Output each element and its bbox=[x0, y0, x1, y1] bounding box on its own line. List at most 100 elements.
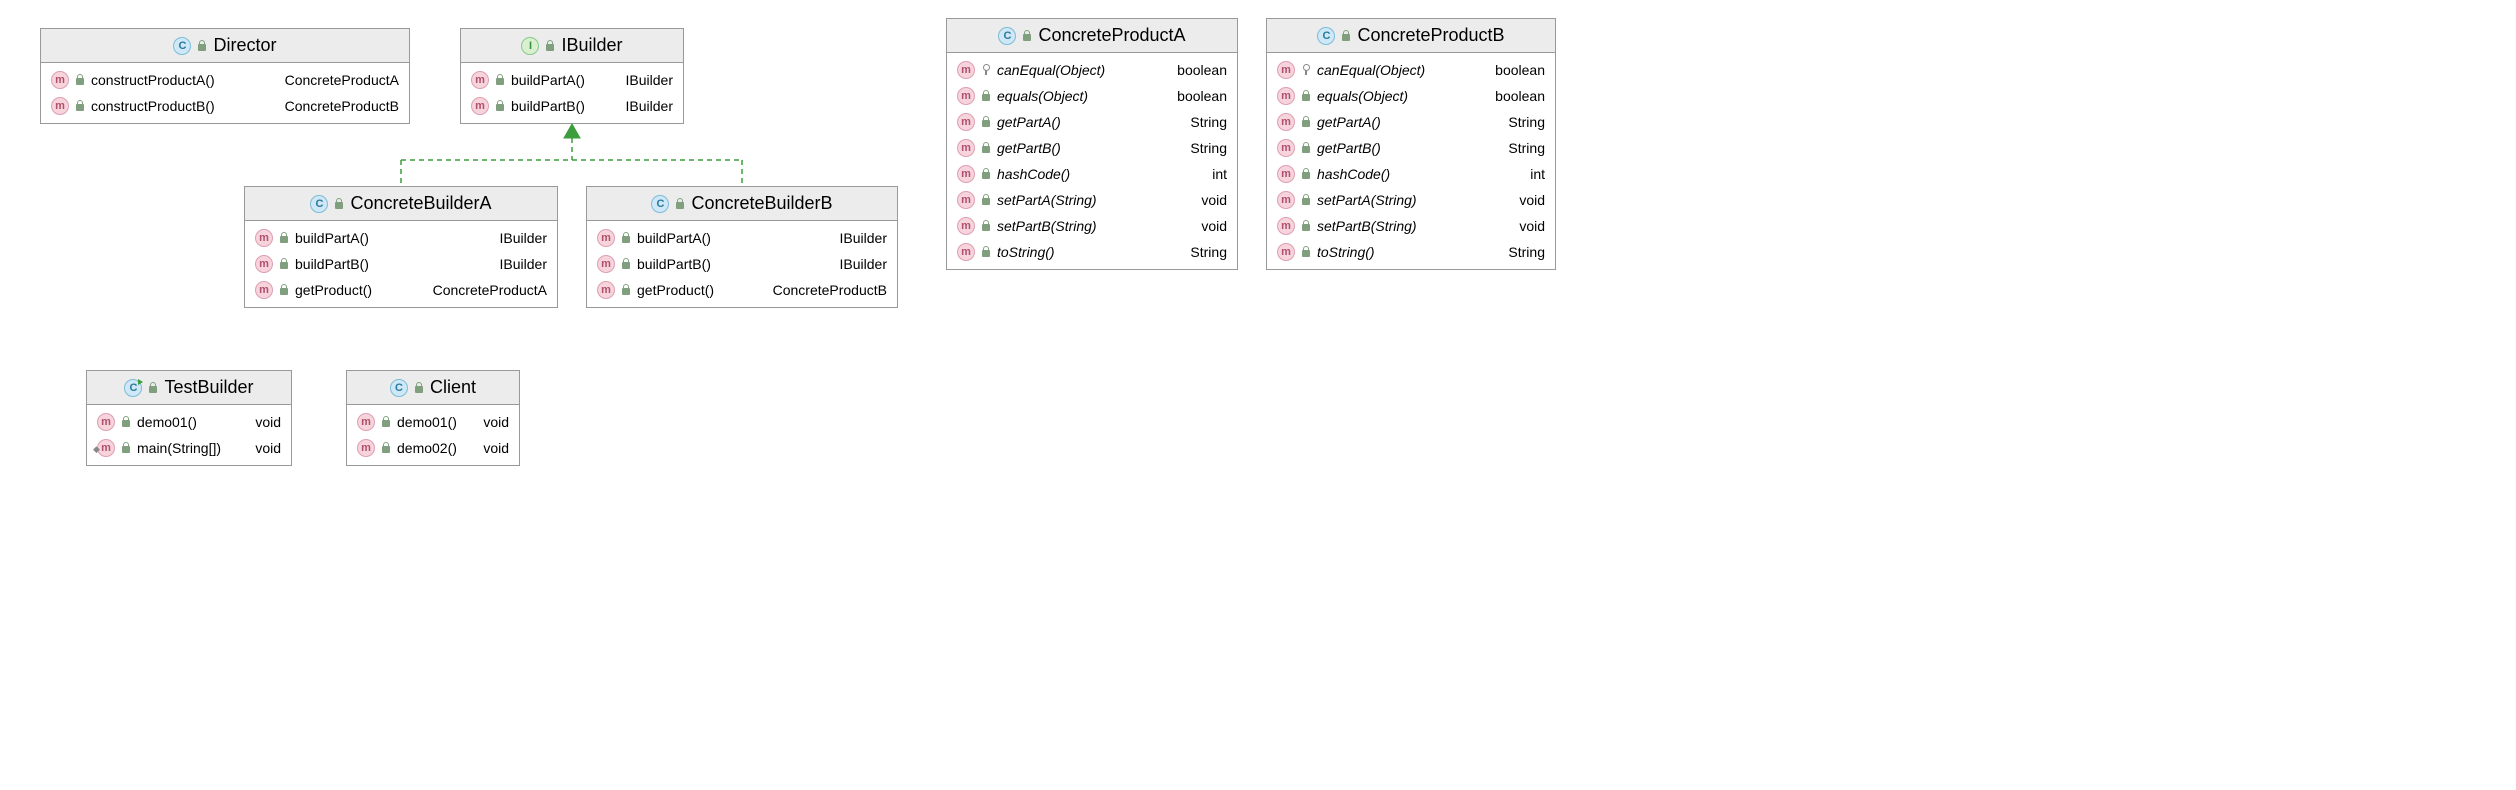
member-row[interactable]: m hashCode() int bbox=[1267, 161, 1555, 187]
class-icon: C bbox=[651, 195, 669, 213]
key-icon bbox=[981, 64, 991, 76]
lock-icon bbox=[495, 74, 505, 86]
lock-icon bbox=[414, 382, 424, 394]
class-title: ConcreteProductB bbox=[1357, 25, 1504, 46]
member-name: toString() bbox=[1317, 241, 1375, 263]
class-header: I IBuilder bbox=[461, 29, 683, 63]
member-row[interactable]: m demo01() void bbox=[87, 409, 291, 435]
class-concreteproductb[interactable]: C ConcreteProductB m canEqual(Object) bo… bbox=[1266, 18, 1556, 270]
lock-icon bbox=[1022, 30, 1032, 42]
member-name: setPartB(String) bbox=[997, 215, 1097, 237]
member-return: ConcreteProductB bbox=[285, 95, 399, 117]
class-concretebuilderb[interactable]: C ConcreteBuilderB m buildPartA() IBuild… bbox=[586, 186, 898, 308]
member-row[interactable]: m setPartA(String) void bbox=[1267, 187, 1555, 213]
method-icon: m bbox=[957, 217, 975, 235]
class-title: Director bbox=[213, 35, 276, 56]
method-icon: m bbox=[1277, 191, 1295, 209]
class-testbuilder[interactable]: C TestBuilder m demo01() void m ◆ main(S… bbox=[86, 370, 292, 466]
member-return: void bbox=[483, 437, 509, 459]
class-concreteproducta[interactable]: C ConcreteProductA m canEqual(Object) bo… bbox=[946, 18, 1238, 270]
method-icon: m bbox=[471, 71, 489, 89]
member-row[interactable]: m ◆ main(String[]) void bbox=[87, 435, 291, 461]
class-header: C ConcreteBuilderA bbox=[245, 187, 557, 221]
interface-ibuilder[interactable]: I IBuilder m buildPartA() IBuilder m bui… bbox=[460, 28, 684, 124]
member-return: String bbox=[1190, 111, 1227, 133]
member-name: buildPartA() bbox=[637, 227, 711, 249]
member-row[interactable]: m constructProductB() ConcreteProductB bbox=[41, 93, 409, 119]
member-row[interactable]: m toString() String bbox=[1267, 239, 1555, 265]
member-return: IBuilder bbox=[500, 227, 547, 249]
member-row[interactable]: m constructProductA() ConcreteProductA bbox=[41, 67, 409, 93]
class-header: C ConcreteBuilderB bbox=[587, 187, 897, 221]
method-icon: m bbox=[1277, 217, 1295, 235]
member-row[interactable]: m buildPartB() IBuilder bbox=[461, 93, 683, 119]
method-icon: m bbox=[597, 229, 615, 247]
class-title: ConcreteBuilderA bbox=[350, 193, 491, 214]
member-name: canEqual(Object) bbox=[997, 59, 1105, 81]
member-name: equals(Object) bbox=[997, 85, 1088, 107]
lock-icon bbox=[381, 416, 391, 428]
lock-icon bbox=[1301, 168, 1311, 180]
member-name: buildPartB() bbox=[511, 95, 585, 117]
member-name: hashCode() bbox=[1317, 163, 1390, 185]
lock-icon bbox=[981, 220, 991, 232]
class-icon: C bbox=[998, 27, 1016, 45]
key-icon bbox=[1301, 64, 1311, 76]
member-name: constructProductB() bbox=[91, 95, 215, 117]
uml-canvas: C Director m constructProductA() Concret… bbox=[0, 0, 2516, 790]
class-icon: C bbox=[173, 37, 191, 55]
member-row[interactable]: m getPartB() String bbox=[947, 135, 1237, 161]
member-name: constructProductA() bbox=[91, 69, 215, 91]
lock-icon bbox=[75, 100, 85, 112]
member-row[interactable]: m setPartB(String) void bbox=[1267, 213, 1555, 239]
interface-icon: I bbox=[521, 37, 539, 55]
member-row[interactable]: m equals(Object) boolean bbox=[1267, 83, 1555, 109]
method-icon: m bbox=[1277, 113, 1295, 131]
class-icon: C bbox=[310, 195, 328, 213]
member-row[interactable]: m buildPartB() IBuilder bbox=[245, 251, 557, 277]
member-row[interactable]: m setPartB(String) void bbox=[947, 213, 1237, 239]
class-header: C ConcreteProductB bbox=[1267, 19, 1555, 53]
member-row[interactable]: m buildPartA() IBuilder bbox=[587, 225, 897, 251]
member-row[interactable]: m buildPartA() IBuilder bbox=[461, 67, 683, 93]
class-header: C Client bbox=[347, 371, 519, 405]
member-return: boolean bbox=[1495, 85, 1545, 107]
member-name: buildPartA() bbox=[511, 69, 585, 91]
lock-icon bbox=[675, 198, 685, 210]
class-title: IBuilder bbox=[561, 35, 622, 56]
member-name: getPartA() bbox=[997, 111, 1061, 133]
lock-icon bbox=[279, 232, 289, 244]
class-concretebuildera[interactable]: C ConcreteBuilderA m buildPartA() IBuild… bbox=[244, 186, 558, 308]
member-return: boolean bbox=[1177, 59, 1227, 81]
class-client[interactable]: C Client m demo01() void m demo02() void bbox=[346, 370, 520, 466]
member-row[interactable]: m hashCode() int bbox=[947, 161, 1237, 187]
member-name: demo02() bbox=[397, 437, 457, 459]
member-row[interactable]: m demo01() void bbox=[347, 409, 519, 435]
member-row[interactable]: m toString() String bbox=[947, 239, 1237, 265]
members: m buildPartA() IBuilder m buildPartB() I… bbox=[245, 221, 557, 307]
method-icon: m bbox=[1277, 139, 1295, 157]
member-row[interactable]: m canEqual(Object) boolean bbox=[947, 57, 1237, 83]
member-row[interactable]: m equals(Object) boolean bbox=[947, 83, 1237, 109]
member-row[interactable]: m canEqual(Object) boolean bbox=[1267, 57, 1555, 83]
member-name: setPartA(String) bbox=[1317, 189, 1417, 211]
method-icon: m bbox=[1277, 243, 1295, 261]
members: m buildPartA() IBuilder m buildPartB() I… bbox=[587, 221, 897, 307]
member-row[interactable]: m buildPartB() IBuilder bbox=[587, 251, 897, 277]
member-row[interactable]: m getPartB() String bbox=[1267, 135, 1555, 161]
lock-icon bbox=[545, 40, 555, 52]
member-row[interactable]: m buildPartA() IBuilder bbox=[245, 225, 557, 251]
class-director[interactable]: C Director m constructProductA() Concret… bbox=[40, 28, 410, 124]
member-row[interactable]: m getProduct() ConcreteProductB bbox=[587, 277, 897, 303]
member-row[interactable]: m getPartA() String bbox=[1267, 109, 1555, 135]
member-row[interactable]: m demo02() void bbox=[347, 435, 519, 461]
members: m demo01() void m demo02() void bbox=[347, 405, 519, 465]
member-row[interactable]: m setPartA(String) void bbox=[947, 187, 1237, 213]
member-return: IBuilder bbox=[500, 253, 547, 275]
member-row[interactable]: m getProduct() ConcreteProductA bbox=[245, 277, 557, 303]
lock-icon bbox=[981, 194, 991, 206]
member-row[interactable]: m getPartA() String bbox=[947, 109, 1237, 135]
lock-icon bbox=[279, 258, 289, 270]
members: m demo01() void m ◆ main(String[]) void bbox=[87, 405, 291, 465]
member-name: hashCode() bbox=[997, 163, 1070, 185]
